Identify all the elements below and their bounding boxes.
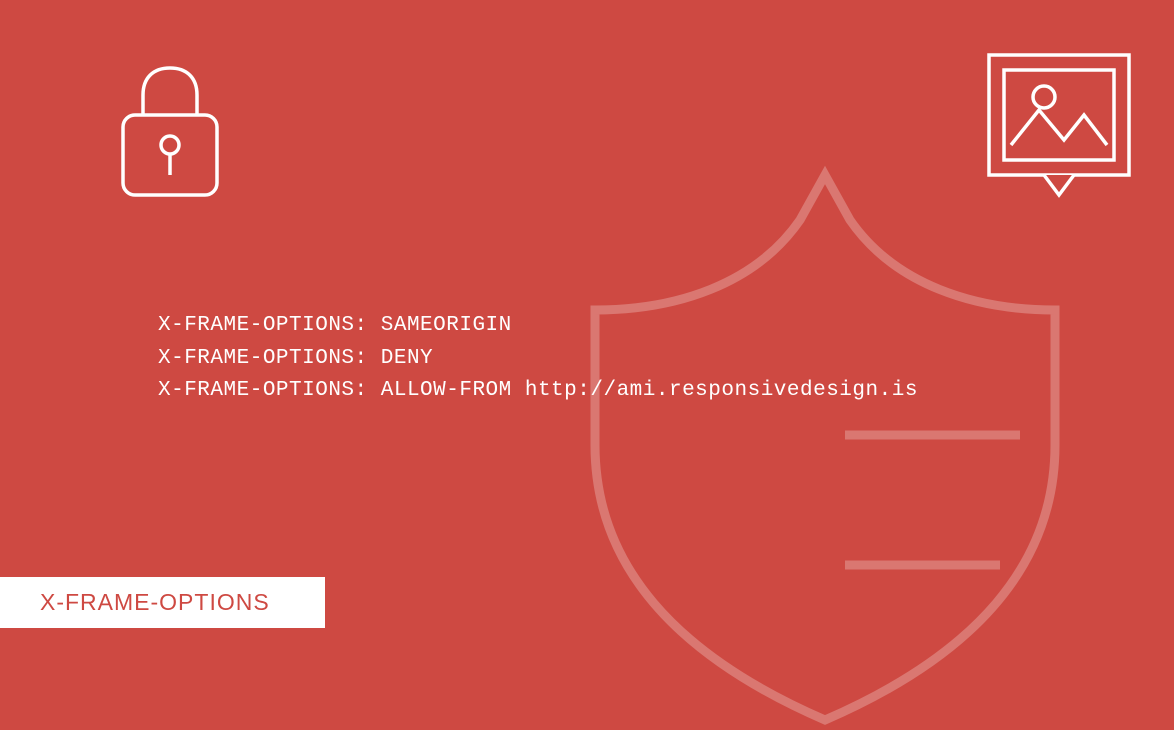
lock-icon [105, 60, 235, 205]
shield-icon [555, 165, 1095, 730]
code-line-2: X-FRAME-OPTIONS: DENY [158, 343, 918, 376]
code-line-3: X-FRAME-OPTIONS: ALLOW-FROM http://ami.r… [158, 375, 918, 408]
code-block: X-FRAME-OPTIONS: SAMEORIGIN X-FRAME-OPTI… [158, 310, 918, 408]
code-line-1: X-FRAME-OPTIONS: SAMEORIGIN [158, 310, 918, 343]
page-title: X-FRAME-OPTIONS [0, 577, 325, 628]
